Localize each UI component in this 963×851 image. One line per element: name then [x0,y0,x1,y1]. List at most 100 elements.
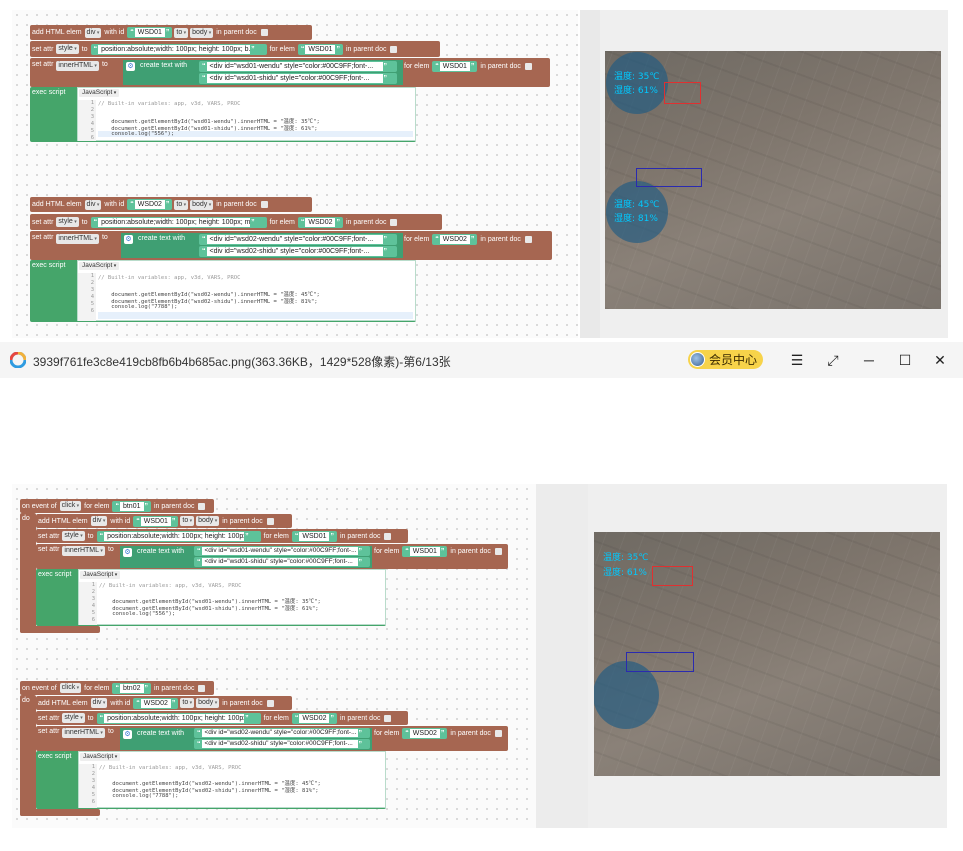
text-line-2[interactable]: “<div id="wsd01-shidu" style="color:#00C… [198,73,398,84]
parent-doc-checkbox[interactable] [390,45,398,53]
html-string[interactable]: “<div id="wsd01-wendu" style="color:#00C… [199,61,397,72]
parent-doc-checkbox[interactable] [198,684,206,692]
parent-doc-checkbox[interactable] [266,517,274,525]
add-html-elem-block[interactable]: add HTML elem div with id “WSD01” to bod… [36,514,292,528]
parent-dropdown[interactable]: body [196,516,220,526]
style-string[interactable]: “position:absolute;width: 100px; height:… [90,43,267,55]
maximize-icon[interactable]: ☐ [897,352,913,368]
parent-doc-checkbox[interactable] [198,502,206,510]
tag-dropdown[interactable]: div [84,27,102,38]
attr-dropdown[interactable]: innerHTML [56,234,99,244]
parent-dropdown[interactable]: body [196,698,220,708]
html-string[interactable]: “<div id="wsd01-wendu" style="color:#00C… [194,546,370,556]
html-string[interactable]: “<div id="wsd02-wendu" style="color:#00C… [194,728,370,738]
style-string[interactable]: “position:absolute;width: 100px; height:… [90,216,267,228]
attr-dropdown[interactable]: innerHTML [62,546,105,556]
gear-icon[interactable]: ⚙ [123,548,132,557]
elem-id-string[interactable]: “WSD01” [291,530,337,542]
elem-id-string[interactable]: “WSD02” [291,712,337,724]
parent-doc-checkbox[interactable] [266,699,274,707]
gear-icon[interactable]: ⚙ [126,62,135,71]
parent-doc-checkbox[interactable] [260,201,268,208]
add-html-elem-block[interactable]: add HTML elem div with id “WSD02” to bod… [30,197,312,212]
text-line-1[interactable]: “<div id="wsd02-wendu" style="color:#00C… [193,728,371,738]
style-string[interactable]: “position:absolute;width: 100px; height:… [96,712,261,724]
attr-dropdown[interactable]: style [56,44,79,54]
attr-dropdown[interactable]: innerHTML [56,61,99,71]
event-block[interactable]: on event of click for elem “btn01” in pa… [20,499,214,513]
elem-id-string[interactable]: “WSD01” [432,60,478,72]
parent-doc-checkbox[interactable] [384,532,392,540]
close-icon[interactable]: ✕ [932,352,948,368]
id-string[interactable]: “WSD01” [127,27,173,38]
parent-dropdown[interactable]: body [190,199,214,210]
elem-id-string[interactable]: “WSD01” [297,43,343,55]
text-line-2[interactable]: “<div id="wsd01-shidu" style="color:#00C… [193,557,371,567]
html-string[interactable]: “<div id="wsd02-shidu" style="color:#00C… [199,246,397,257]
language-dropdown[interactable]: JavaScript [80,753,121,761]
minimize-icon[interactable]: ─ [861,352,877,368]
parent-doc-checkbox[interactable] [524,235,532,243]
to-dropdown[interactable]: to [180,698,195,708]
elem-id-string[interactable]: “WSD02” [432,233,478,245]
parent-doc-checkbox[interactable] [494,547,502,555]
text-line-1[interactable]: “<div id="wsd01-wendu" style="color:#00C… [193,546,371,556]
tag-dropdown[interactable]: div [90,516,108,526]
to-dropdown[interactable]: to [174,27,189,38]
attr-dropdown[interactable]: style [56,217,79,227]
add-html-elem-block[interactable]: add HTML elem div with id “WSD01” to bod… [30,25,312,40]
line-number: 2 [91,771,95,777]
text-line-1[interactable]: “<div id="wsd01-wendu" style="color:#00C… [198,61,398,72]
add-html-elem-block[interactable]: add HTML elem div with id “WSD02” to bod… [36,696,292,710]
id-string[interactable]: “WSD02” [127,199,173,210]
vip-center-button[interactable]: 会员中心 [688,350,764,369]
parent-doc-checkbox[interactable] [524,62,532,70]
html-string[interactable]: “<div id="wsd01-shidu" style="color:#00C… [199,73,397,84]
attr-dropdown[interactable]: style [62,531,85,541]
html-string[interactable]: “<div id="wsd01-shidu" style="color:#00C… [194,557,370,567]
fullscreen-icon[interactable]: ⤢ [825,352,841,368]
set-attr-style-block[interactable]: set attr style to “position:absolute;wid… [30,214,442,230]
language-dropdown[interactable]: JavaScript [79,262,120,270]
code-editor-2[interactable]: JavaScript 123456 // Built-in variables:… [77,260,416,321]
elem-id-string[interactable]: “btn02” [112,682,151,694]
event-dropdown[interactable]: click [59,683,82,693]
attr-dropdown[interactable]: innerHTML [62,728,105,738]
elem-id-string[interactable]: “WSD02” [297,216,343,228]
gear-icon[interactable]: ⚙ [123,730,132,739]
text-line-1[interactable]: “<div id="wsd02-wendu" style="color:#00C… [198,234,398,245]
event-dropdown[interactable]: click [59,501,82,511]
text-line-2[interactable]: “<div id="wsd02-shidu" style="color:#00C… [198,246,398,257]
id-string[interactable]: “WSD02” [133,697,179,709]
elem-id-string[interactable]: “WSD01” [402,545,448,557]
code-editor-1[interactable]: JavaScript 123456 // Built-in variables:… [77,87,416,141]
parent-doc-checkbox[interactable] [390,218,398,226]
event-block[interactable]: on event of click for elem “btn02” in pa… [20,681,214,695]
attr-dropdown[interactable]: style [62,713,85,723]
gear-icon[interactable]: ⚙ [124,235,133,244]
style-string[interactable]: “position:absolute;width: 100px; height:… [96,530,261,542]
code-editor-3[interactable]: JavaScript 123456 // Built-in variables:… [78,569,386,625]
to-dropdown[interactable]: to [174,199,189,210]
tag-dropdown[interactable]: div [84,199,102,210]
tag-dropdown[interactable]: div [90,698,108,708]
elem-id-string[interactable]: “btn01” [112,500,151,512]
to-dropdown[interactable]: to [180,516,195,526]
id-string[interactable]: “WSD01” [133,515,179,527]
parent-doc-checkbox[interactable] [260,29,268,36]
code-editor-4[interactable]: JavaScript 123456 // Built-in variables:… [78,751,386,808]
html-string[interactable]: “<div id="wsd02-wendu" style="color:#00C… [199,234,397,245]
language-dropdown[interactable]: JavaScript [79,89,120,97]
set-attr-style-block[interactable]: set attr style to “position:absolute;wid… [36,711,408,725]
set-attr-style-block[interactable]: set attr style to “position:absolute;wid… [30,41,440,57]
menu-icon[interactable]: ☰ [789,352,805,368]
line-number: 5 [90,301,94,307]
language-dropdown[interactable]: JavaScript [80,571,121,579]
set-attr-style-block[interactable]: set attr style to “position:absolute;wid… [36,529,408,543]
elem-id-string[interactable]: “WSD02” [402,727,448,739]
parent-doc-checkbox[interactable] [384,714,392,722]
html-string[interactable]: “<div id="wsd02-shidu" style="color:#00C… [194,739,370,749]
text-line-2[interactable]: “<div id="wsd02-shidu" style="color:#00C… [193,739,371,749]
parent-doc-checkbox[interactable] [494,729,502,737]
parent-dropdown[interactable]: body [190,27,214,38]
